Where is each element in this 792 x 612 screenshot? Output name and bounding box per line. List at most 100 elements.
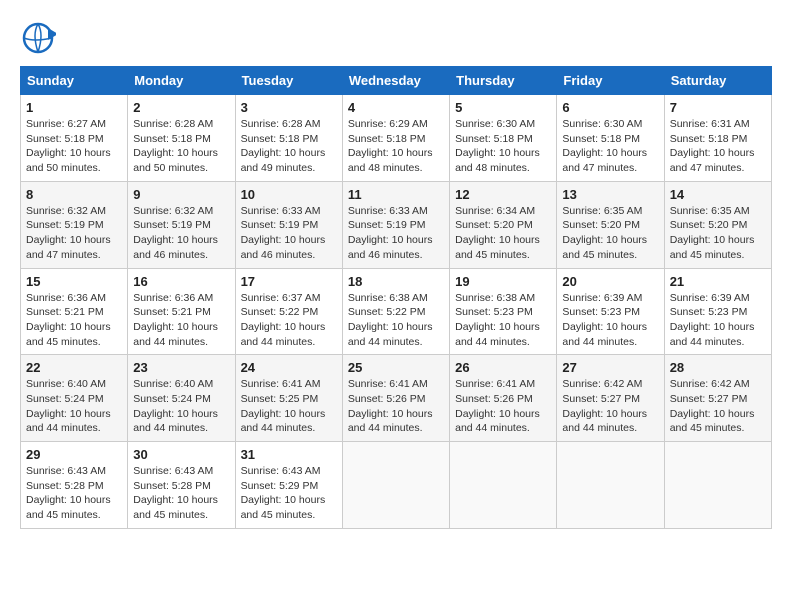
- day-number: 11: [348, 187, 444, 202]
- day-number: 10: [241, 187, 337, 202]
- day-number: 15: [26, 274, 122, 289]
- day-number: 25: [348, 360, 444, 375]
- calendar-cell: 5 Sunrise: 6:30 AMSunset: 5:18 PMDaylight…: [450, 95, 557, 182]
- day-number: 20: [562, 274, 658, 289]
- page-header: [20, 20, 772, 56]
- calendar-cell: 11 Sunrise: 6:33 AMSunset: 5:19 PMDayligh…: [342, 181, 449, 268]
- calendar-cell: 17Sunrise: 6:37 AMSunset: 5:22 PMDayligh…: [235, 268, 342, 355]
- calendar-week-4: 22 Sunrise: 6:40 AMSunset: 5:24 PMDayligh…: [21, 355, 772, 442]
- calendar-cell: 25 Sunrise: 6:41 AMSunset: 5:26 PMDayligh…: [342, 355, 449, 442]
- weekday-header-tuesday: Tuesday: [235, 67, 342, 95]
- calendar-cell: 22 Sunrise: 6:40 AMSunset: 5:24 PMDayligh…: [21, 355, 128, 442]
- day-info: Sunrise: 6:42 AMSunset: 5:27 PMDaylight:…: [562, 377, 658, 436]
- day-info: Sunrise: 6:39 AMSunset: 5:23 PMDaylight:…: [670, 291, 766, 350]
- day-info: Sunrise: 6:41 AMSunset: 5:26 PMDaylight:…: [348, 377, 444, 436]
- calendar-cell: [342, 442, 449, 529]
- day-info: Sunrise: 6:32 AMSunset: 5:19 PMDaylight:…: [26, 204, 122, 263]
- calendar-cell: 16 Sunrise: 6:36 AMSunset: 5:21 PMDayligh…: [128, 268, 235, 355]
- logo-icon: [20, 20, 56, 56]
- calendar-header-row: SundayMondayTuesdayWednesdayThursdayFrid…: [21, 67, 772, 95]
- weekday-header-monday: Monday: [128, 67, 235, 95]
- day-info: Sunrise: 6:41 AMSunset: 5:26 PMDaylight:…: [455, 377, 551, 436]
- day-info: Sunrise: 6:39 AMSunset: 5:23 PMDaylight:…: [562, 291, 658, 350]
- day-number: 8: [26, 187, 122, 202]
- calendar-cell: 20 Sunrise: 6:39 AMSunset: 5:23 PMDayligh…: [557, 268, 664, 355]
- calendar-cell: 21 Sunrise: 6:39 AMSunset: 5:23 PMDayligh…: [664, 268, 771, 355]
- calendar-cell: 26 Sunrise: 6:41 AMSunset: 5:26 PMDayligh…: [450, 355, 557, 442]
- day-info: Sunrise: 6:34 AMSunset: 5:20 PMDaylight:…: [455, 204, 551, 263]
- calendar-cell: 9 Sunrise: 6:32 AMSunset: 5:19 PMDaylight…: [128, 181, 235, 268]
- calendar-cell: 7 Sunrise: 6:31 AMSunset: 5:18 PMDaylight…: [664, 95, 771, 182]
- day-info: Sunrise: 6:35 AMSunset: 5:20 PMDaylight:…: [562, 204, 658, 263]
- day-number: 9: [133, 187, 229, 202]
- calendar-week-5: 29 Sunrise: 6:43 AMSunset: 5:28 PMDayligh…: [21, 442, 772, 529]
- weekday-header-wednesday: Wednesday: [342, 67, 449, 95]
- day-info: Sunrise: 6:43 AMSunset: 5:28 PMDaylight:…: [26, 464, 122, 523]
- day-info: Sunrise: 6:32 AMSunset: 5:19 PMDaylight:…: [133, 204, 229, 263]
- weekday-header-thursday: Thursday: [450, 67, 557, 95]
- day-number: 17: [241, 274, 337, 289]
- calendar-cell: 4Sunrise: 6:29 AMSunset: 5:18 PMDaylight…: [342, 95, 449, 182]
- weekday-header-saturday: Saturday: [664, 67, 771, 95]
- calendar-week-3: 15 Sunrise: 6:36 AMSunset: 5:21 PMDayligh…: [21, 268, 772, 355]
- calendar-cell: [664, 442, 771, 529]
- weekday-header-friday: Friday: [557, 67, 664, 95]
- day-info: Sunrise: 6:33 AMSunset: 5:19 PMDaylight:…: [348, 204, 444, 263]
- day-number: 21: [670, 274, 766, 289]
- day-info: Sunrise: 6:40 AMSunset: 5:24 PMDaylight:…: [133, 377, 229, 436]
- day-number: 2: [133, 100, 229, 115]
- day-number: 31: [241, 447, 337, 462]
- day-number: 27: [562, 360, 658, 375]
- day-info: Sunrise: 6:31 AMSunset: 5:18 PMDaylight:…: [670, 117, 766, 176]
- day-info: Sunrise: 6:41 AMSunset: 5:25 PMDaylight:…: [241, 377, 337, 436]
- calendar-table: SundayMondayTuesdayWednesdayThursdayFrid…: [20, 66, 772, 529]
- day-info: Sunrise: 6:38 AMSunset: 5:23 PMDaylight:…: [455, 291, 551, 350]
- day-info: Sunrise: 6:36 AMSunset: 5:21 PMDaylight:…: [26, 291, 122, 350]
- day-info: Sunrise: 6:40 AMSunset: 5:24 PMDaylight:…: [26, 377, 122, 436]
- calendar-cell: 8 Sunrise: 6:32 AMSunset: 5:19 PMDaylight…: [21, 181, 128, 268]
- day-number: 16: [133, 274, 229, 289]
- day-number: 13: [562, 187, 658, 202]
- calendar-cell: 19 Sunrise: 6:38 AMSunset: 5:23 PMDayligh…: [450, 268, 557, 355]
- calendar-cell: 12Sunrise: 6:34 AMSunset: 5:20 PMDayligh…: [450, 181, 557, 268]
- calendar-cell: 13 Sunrise: 6:35 AMSunset: 5:20 PMDayligh…: [557, 181, 664, 268]
- day-number: 3: [241, 100, 337, 115]
- day-number: 6: [562, 100, 658, 115]
- calendar-cell: 24 Sunrise: 6:41 AMSunset: 5:25 PMDayligh…: [235, 355, 342, 442]
- day-info: Sunrise: 6:30 AMSunset: 5:18 PMDaylight:…: [562, 117, 658, 176]
- day-number: 30: [133, 447, 229, 462]
- day-number: 22: [26, 360, 122, 375]
- day-number: 24: [241, 360, 337, 375]
- calendar-cell: 3 Sunrise: 6:28 AMSunset: 5:18 PMDaylight…: [235, 95, 342, 182]
- day-number: 1: [26, 100, 122, 115]
- calendar-cell: 18 Sunrise: 6:38 AMSunset: 5:22 PMDayligh…: [342, 268, 449, 355]
- calendar-cell: 27 Sunrise: 6:42 AMSunset: 5:27 PMDayligh…: [557, 355, 664, 442]
- day-number: 19: [455, 274, 551, 289]
- day-number: 29: [26, 447, 122, 462]
- day-info: Sunrise: 6:33 AMSunset: 5:19 PMDaylight:…: [241, 204, 337, 263]
- day-number: 7: [670, 100, 766, 115]
- calendar-cell: [450, 442, 557, 529]
- day-info: Sunrise: 6:35 AMSunset: 5:20 PMDaylight:…: [670, 204, 766, 263]
- day-info: Sunrise: 6:36 AMSunset: 5:21 PMDaylight:…: [133, 291, 229, 350]
- day-info: Sunrise: 6:28 AMSunset: 5:18 PMDaylight:…: [241, 117, 337, 176]
- calendar-cell: 14Sunrise: 6:35 AMSunset: 5:20 PMDayligh…: [664, 181, 771, 268]
- day-number: 4: [348, 100, 444, 115]
- day-info: Sunrise: 6:27 AMSunset: 5:18 PMDaylight:…: [26, 117, 122, 176]
- calendar-week-2: 8 Sunrise: 6:32 AMSunset: 5:19 PMDaylight…: [21, 181, 772, 268]
- weekday-header-sunday: Sunday: [21, 67, 128, 95]
- day-info: Sunrise: 6:38 AMSunset: 5:22 PMDaylight:…: [348, 291, 444, 350]
- calendar-cell: 15 Sunrise: 6:36 AMSunset: 5:21 PMDayligh…: [21, 268, 128, 355]
- calendar-cell: 23Sunrise: 6:40 AMSunset: 5:24 PMDayligh…: [128, 355, 235, 442]
- calendar-cell: 1 Sunrise: 6:27 AMSunset: 5:18 PMDaylight…: [21, 95, 128, 182]
- day-number: 5: [455, 100, 551, 115]
- logo: [20, 20, 60, 56]
- calendar-cell: 29 Sunrise: 6:43 AMSunset: 5:28 PMDayligh…: [21, 442, 128, 529]
- day-info: Sunrise: 6:43 AMSunset: 5:29 PMDaylight:…: [241, 464, 337, 523]
- calendar-week-1: 1 Sunrise: 6:27 AMSunset: 5:18 PMDaylight…: [21, 95, 772, 182]
- day-number: 18: [348, 274, 444, 289]
- day-info: Sunrise: 6:43 AMSunset: 5:28 PMDaylight:…: [133, 464, 229, 523]
- day-info: Sunrise: 6:30 AMSunset: 5:18 PMDaylight:…: [455, 117, 551, 176]
- day-number: 28: [670, 360, 766, 375]
- day-number: 26: [455, 360, 551, 375]
